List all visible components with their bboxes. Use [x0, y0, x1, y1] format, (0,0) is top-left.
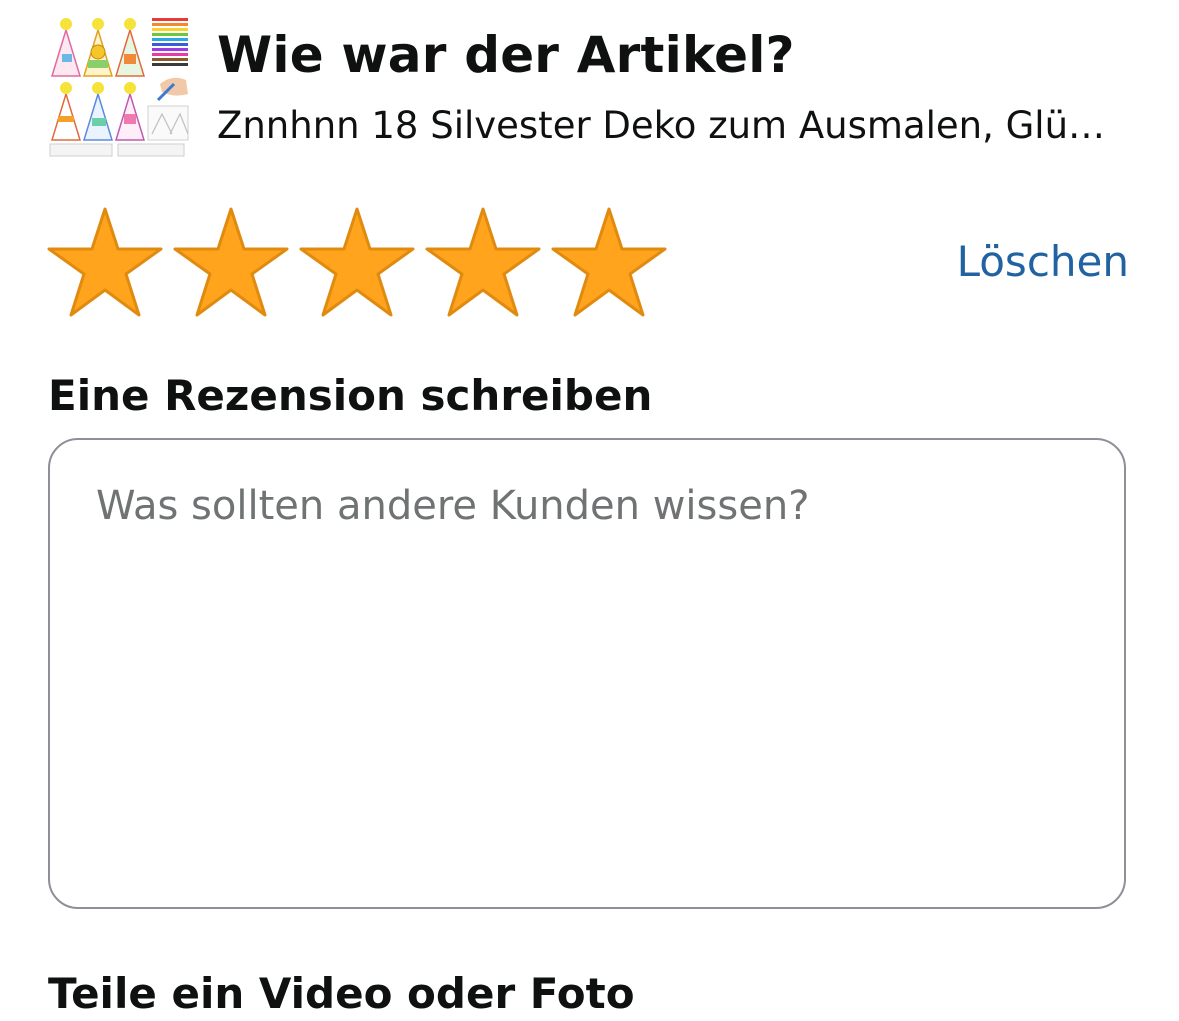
product-thumbnail	[48, 14, 192, 158]
share-media-heading: Teile ein Video oder Foto	[48, 969, 635, 1018]
star-3-icon[interactable]	[298, 206, 416, 318]
star-2-icon[interactable]	[172, 206, 290, 318]
star-5-icon[interactable]	[550, 206, 668, 318]
write-review-heading: Eine Rezension schreiben	[48, 371, 653, 420]
page-title: Wie war der Artikel?	[217, 26, 795, 84]
star-1-icon[interactable]	[46, 206, 164, 318]
clear-rating-link[interactable]: Löschen	[957, 234, 1129, 290]
review-text-box[interactable]	[48, 438, 1126, 909]
star-4-icon[interactable]	[424, 206, 542, 318]
star-rating	[46, 206, 668, 318]
party-hats-coloring-image	[49, 18, 189, 157]
product-name: Znnhnn 18 Silvester Deko zum Ausmalen, G…	[217, 104, 1106, 147]
review-page: Wie war der Artikel? Znnhnn 18 Silvester…	[0, 0, 1179, 1021]
review-textarea[interactable]	[96, 478, 1076, 868]
